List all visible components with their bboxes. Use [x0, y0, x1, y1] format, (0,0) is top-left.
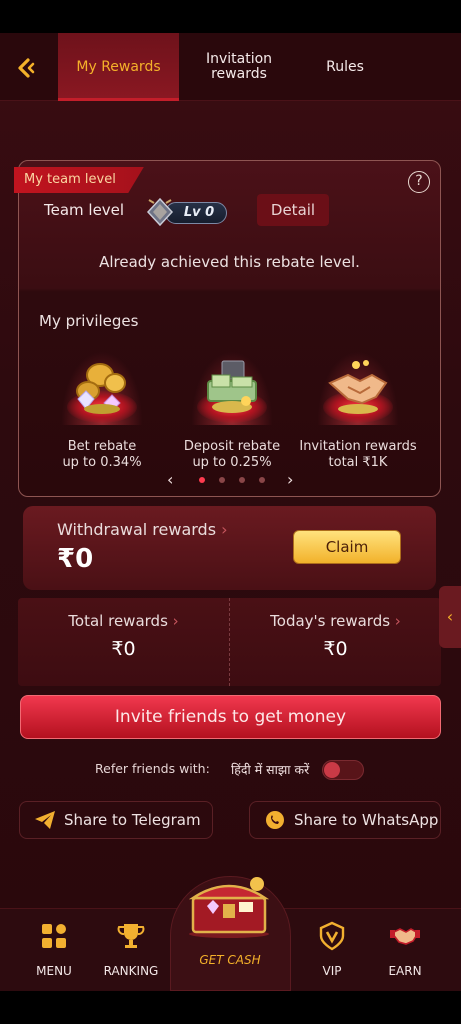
- achieved-message: Already achieved this rebate level.: [99, 253, 360, 271]
- share-telegram-button[interactable]: Share to Telegram: [19, 801, 213, 839]
- tab-rules[interactable]: Rules: [300, 33, 390, 101]
- menu-grid-icon: [42, 924, 66, 948]
- handshake-icon: [328, 360, 388, 414]
- help-icon[interactable]: ?: [408, 171, 430, 193]
- withdrawal-rewards-value: ₹0: [57, 544, 94, 574]
- privilege-deposit-rebate-value: up to 0.25%: [192, 455, 272, 470]
- back-button[interactable]: [12, 53, 42, 83]
- nav-menu-label: MENU: [36, 964, 72, 978]
- share-whatsapp-label: Share to WhatsApp: [294, 811, 439, 829]
- diamond-emblem-icon: [146, 197, 174, 227]
- claim-button[interactable]: Claim: [293, 530, 401, 564]
- team-level-label: Team level: [44, 201, 125, 219]
- refer-language-label: हिंदी में साझा करें: [231, 762, 310, 777]
- todays-rewards-label: Today's rewards ›: [270, 612, 401, 630]
- treasure-chest-icon: [188, 877, 270, 938]
- nav-get-cash-label[interactable]: GET CASH: [178, 953, 282, 967]
- privilege-bet-rebate-value: up to 0.34%: [62, 455, 142, 470]
- refer-label: Refer friends with:: [95, 761, 210, 776]
- privilege-bet-rebate-title: Bet rebate: [67, 439, 137, 454]
- trophy-icon: [117, 924, 145, 948]
- total-rewards-label: Total rewards ›: [68, 612, 179, 630]
- nav-earn[interactable]: EARN: [373, 909, 437, 991]
- invite-friends-button[interactable]: Invite friends to get money: [20, 695, 441, 739]
- todays-rewards[interactable]: Today's rewards › ₹0: [230, 598, 441, 686]
- vip-shield-icon: [319, 921, 345, 951]
- pager-prev-arrow[interactable]: ‹: [167, 470, 173, 489]
- side-drawer-handle[interactable]: ‹: [439, 586, 461, 648]
- top-tab-bar: My Rewards Invitation rewards Rules: [0, 33, 461, 101]
- tab-my-rewards[interactable]: My Rewards: [58, 33, 179, 101]
- team-level-card: My team level ? Team level Lv 0 Detail A…: [14, 160, 441, 497]
- privilege-invitation-rewards-title: Invitation rewards: [299, 439, 417, 454]
- rewards-totals: Total rewards › ₹0 Today's rewards › ₹0: [18, 598, 441, 686]
- my-team-level-tag: My team level: [14, 167, 144, 193]
- money-chest-icon: [207, 360, 257, 413]
- total-rewards-value: ₹0: [111, 638, 136, 660]
- withdrawal-rewards-label[interactable]: Withdrawal rewards ›: [57, 520, 228, 539]
- nav-vip[interactable]: VIP: [300, 909, 364, 991]
- pager-dot[interactable]: [259, 477, 265, 483]
- share-telegram-label: Share to Telegram: [64, 811, 201, 829]
- detail-button[interactable]: Detail: [257, 194, 329, 226]
- pager-dot[interactable]: [219, 477, 225, 483]
- toggle-knob: [324, 762, 340, 778]
- pager-next-arrow[interactable]: ›: [287, 470, 293, 489]
- coins-gems-icon: [76, 363, 126, 414]
- nav-menu[interactable]: MENU: [22, 909, 86, 991]
- app-screen: My Rewards Invitation rewards Rules My t…: [0, 33, 461, 991]
- total-rewards[interactable]: Total rewards › ₹0: [18, 598, 229, 686]
- handshake-icon: [390, 928, 420, 945]
- privilege-invitation-rewards-value: total ₹1K: [328, 455, 388, 470]
- tab-invitation-rewards-label: Invitation rewards: [205, 51, 273, 82]
- withdrawal-rewards-card: Withdrawal rewards › ₹0 Claim: [23, 506, 436, 590]
- pager-dot[interactable]: [239, 477, 245, 483]
- telegram-icon: [35, 811, 55, 829]
- chevron-right-icon: ›: [216, 520, 228, 539]
- hindi-share-toggle[interactable]: [322, 760, 364, 780]
- nav-ranking-label: RANKING: [103, 964, 159, 978]
- nav-ranking[interactable]: RANKING: [99, 909, 163, 991]
- withdrawal-rewards-text: Withdrawal rewards: [57, 520, 217, 539]
- nav-earn-label: EARN: [388, 964, 422, 978]
- pager-dot[interactable]: [199, 477, 205, 483]
- level-badge: Lv 0: [145, 197, 227, 227]
- whatsapp-icon: [266, 811, 284, 829]
- share-whatsapp-button[interactable]: Share to WhatsApp: [249, 801, 441, 839]
- tab-invitation-rewards[interactable]: Invitation rewards: [184, 33, 294, 101]
- nav-vip-label: VIP: [322, 964, 342, 978]
- chevron-left-icon: [18, 58, 35, 78]
- todays-rewards-value: ₹0: [323, 638, 348, 660]
- privileges-title: My privileges: [39, 312, 139, 330]
- privilege-deposit-rebate-title: Deposit rebate: [183, 439, 281, 454]
- privileges-pager: ‹ ›: [163, 470, 293, 490]
